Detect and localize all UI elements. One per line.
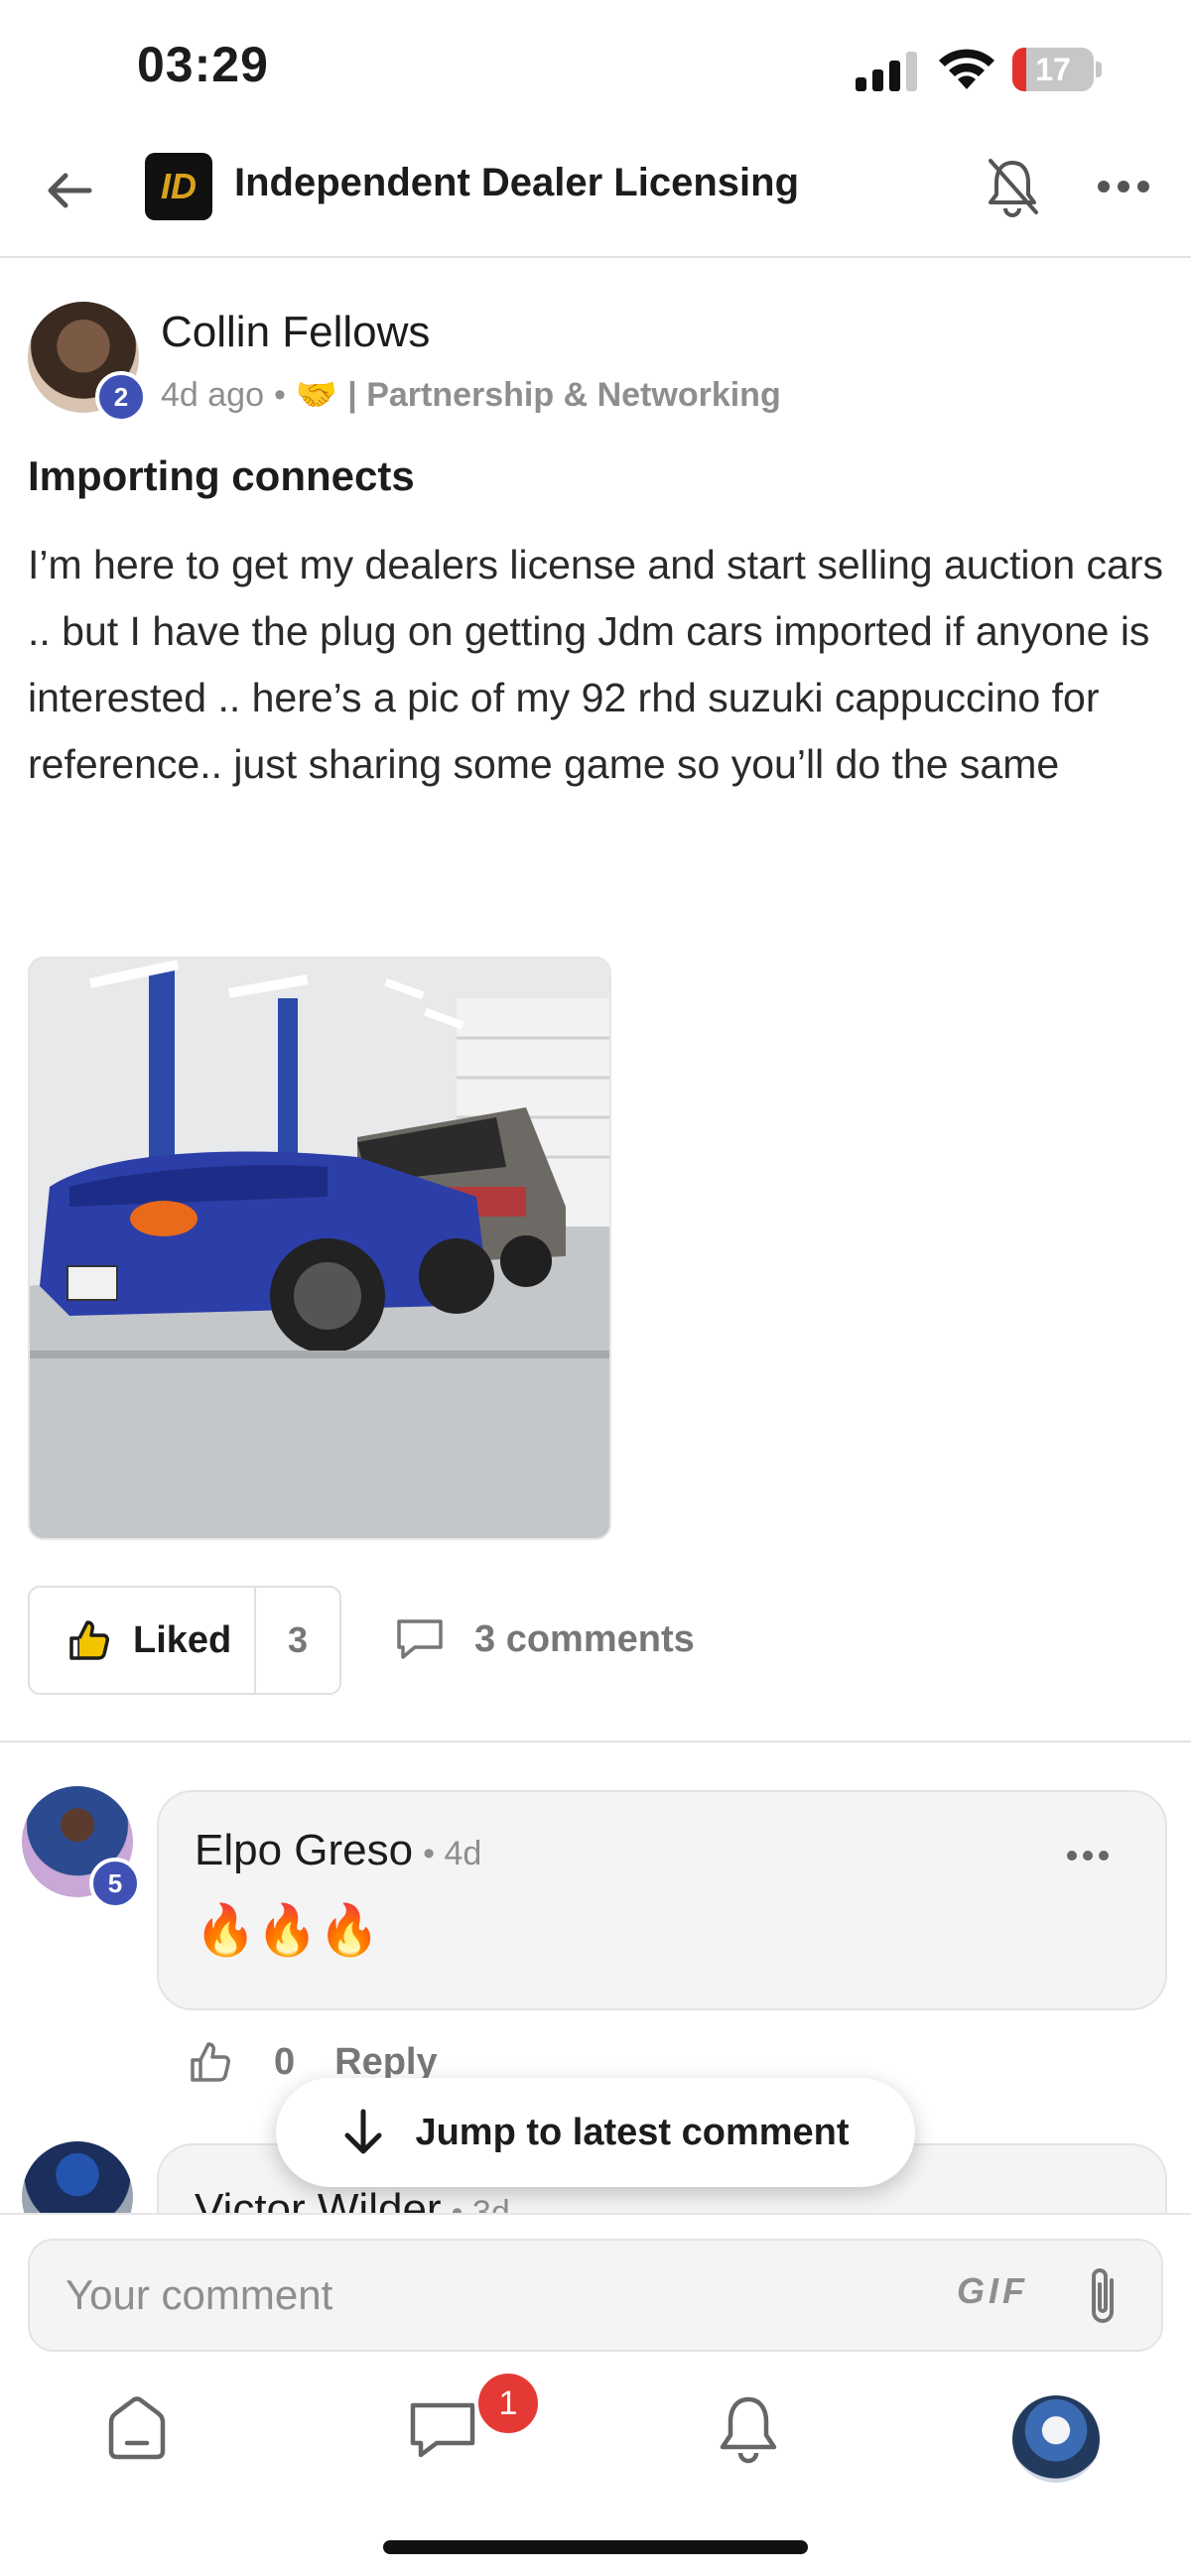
battery-nub: [1096, 62, 1102, 77]
comments-count-label: 3 comments: [474, 1617, 695, 1660]
post-body: I’m here to get my dealers license and s…: [28, 542, 1163, 787]
paperclip-icon[interactable]: [1078, 2262, 1127, 2330]
thumbs-up-icon: [69, 1620, 109, 1660]
post-meta: 4d ago • 🤝 | Partnership & Networking: [161, 375, 781, 415]
reaction-bar: Liked 3: [28, 1586, 341, 1695]
comments-count-link[interactable]: 3 comments: [393, 1615, 695, 1663]
comment-header: Elpo Greso • 4d: [195, 1826, 481, 1875]
like-label: Liked: [133, 1618, 232, 1661]
battery-body: 17: [1012, 48, 1094, 91]
home-icon[interactable]: [97, 2389, 177, 2469]
more-options-icon[interactable]: [1096, 169, 1151, 204]
post-time: 4d ago: [161, 375, 264, 414]
comment-body: 🔥🔥🔥: [195, 1902, 380, 1958]
garage-car-photo: [30, 959, 609, 1538]
comment-bubble: Elpo Greso • 4d 🔥🔥🔥: [157, 1790, 1167, 2010]
jump-to-latest-button[interactable]: Jump to latest comment: [276, 2078, 915, 2187]
battery-indicator: 17: [1012, 48, 1102, 91]
like-button[interactable]: Liked: [30, 1588, 256, 1693]
bottom-panel: GIF: [0, 2213, 1191, 2576]
group-header: ID Independent Dealer Licensing: [0, 139, 1191, 258]
profile-avatar[interactable]: [1012, 2395, 1100, 2483]
arrow-down-icon: [344, 2109, 382, 2154]
post-title: Importing connects: [28, 452, 415, 499]
chat-notification-badge: 1: [474, 2370, 542, 2437]
group-logo[interactable]: ID: [145, 153, 212, 220]
post-category[interactable]: | Partnership & Networking: [347, 376, 780, 415]
comment-more-icon[interactable]: [1066, 1848, 1110, 1864]
comment-author[interactable]: Elpo Greso: [195, 1826, 413, 1875]
bell-icon[interactable]: [709, 2389, 788, 2469]
battery-text: 17: [1035, 52, 1071, 87]
gif-button[interactable]: GIF: [957, 2270, 1028, 2312]
post-image[interactable]: [28, 957, 611, 1540]
author-level-badge: 2: [95, 371, 147, 423]
chat-icon[interactable]: [403, 2389, 482, 2469]
comment-time: • 3d: [451, 2194, 510, 2213]
comment-like-icon[interactable]: [187, 2038, 234, 2086]
group-title[interactable]: Independent Dealer Licensing: [234, 161, 799, 205]
comment-header: Victor Wilder • 3d: [195, 2185, 510, 2213]
jump-to-latest-label: Jump to latest comment: [415, 2111, 850, 2153]
back-arrow-icon[interactable]: [40, 161, 99, 220]
status-bar: 03:29 17: [0, 0, 1191, 139]
commenter-level-badge: 5: [89, 1858, 141, 1909]
meta-separator: •: [274, 375, 286, 414]
comment-like-count: 0: [274, 2040, 296, 2083]
handshake-icon: 🤝: [295, 376, 338, 414]
bell-off-icon[interactable]: [983, 155, 1042, 218]
comment-author[interactable]: Victor Wilder: [195, 2185, 442, 2213]
status-time: 03:29: [137, 37, 269, 92]
post-author-name[interactable]: Collin Fellows: [161, 308, 430, 357]
comment-time: • 4d: [423, 1835, 482, 1872]
like-count[interactable]: 3: [256, 1588, 339, 1693]
comment-input[interactable]: [66, 2241, 939, 2350]
comment-bubble-icon: [397, 1619, 443, 1659]
cellular-signal-icon: [856, 52, 917, 91]
section-divider: [0, 1740, 1191, 1742]
comment-input-box: GIF: [28, 2239, 1163, 2352]
wifi-icon: [939, 49, 994, 89]
home-indicator: [383, 2540, 808, 2554]
